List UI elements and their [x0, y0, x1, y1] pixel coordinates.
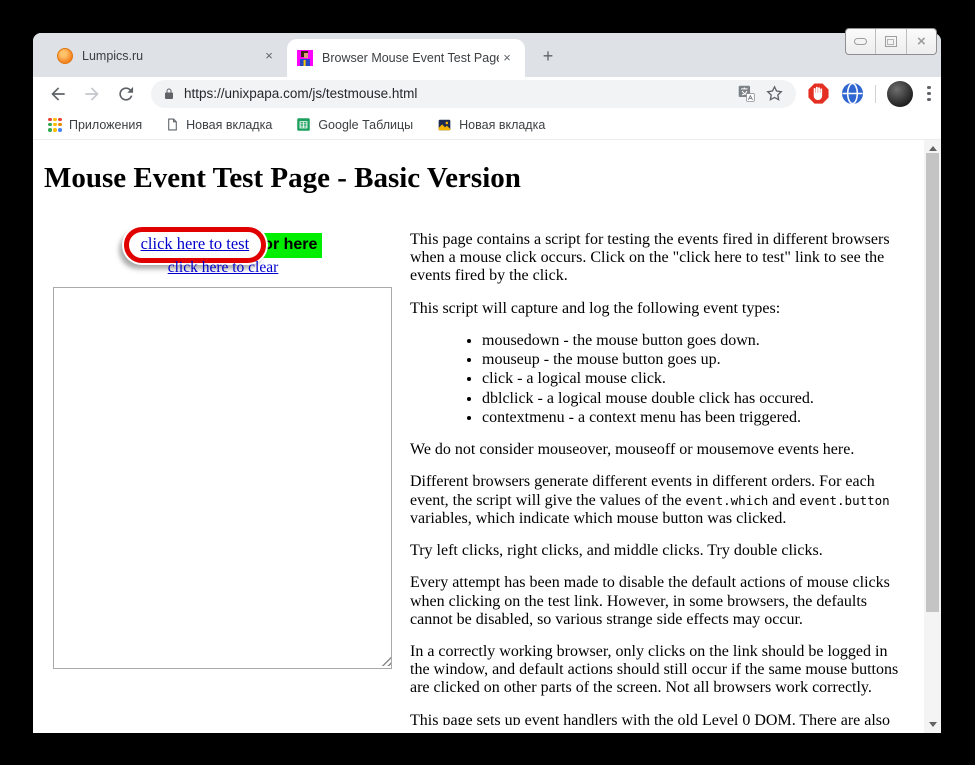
- bookmark-new-tab-1[interactable]: Новая вкладка: [166, 117, 272, 132]
- new-tab-button[interactable]: +: [535, 44, 561, 70]
- lock-icon: [163, 87, 175, 101]
- paragraph-consider: We do not consider mouseover, mouseoff o…: [410, 441, 910, 459]
- forward-icon[interactable]: [82, 84, 102, 104]
- adblock-extension-icon[interactable]: [807, 82, 830, 105]
- paragraph-intro: This page contains a script for testing …: [410, 231, 910, 286]
- bookmark-label: Новая вкладка: [459, 118, 545, 132]
- list-item: mousedown - the mouse button goes down.: [482, 332, 910, 350]
- scrollbar-down-icon[interactable]: [929, 722, 937, 727]
- list-item: dblclick - a logical mouse double click …: [482, 390, 910, 408]
- page-scrollbar[interactable]: [924, 140, 941, 733]
- list-item: contextmenu - a context menu has been tr…: [482, 409, 910, 427]
- bookmark-google-sheets[interactable]: Google Таблицы: [296, 117, 413, 132]
- tab-lumpics[interactable]: Lumpics.ru ×: [47, 41, 287, 71]
- image-icon: [437, 118, 452, 132]
- paragraph-every: Every attempt has been made to disable t…: [410, 574, 910, 629]
- description-column: This page contains a script for testing …: [410, 217, 910, 725]
- red-annotation-ring: click here to test: [124, 227, 267, 263]
- bookmark-apps[interactable]: Приложения: [48, 118, 142, 132]
- chrome-menu-icon[interactable]: [925, 84, 933, 104]
- list-item: click - a logical mouse click.: [482, 370, 910, 388]
- scrollbar-thumb[interactable]: [926, 153, 939, 612]
- back-icon[interactable]: [48, 84, 68, 104]
- textarea-resize-handle[interactable]: [380, 655, 391, 666]
- bookmark-label: Новая вкладка: [186, 118, 272, 132]
- paragraph-try: Try left clicks, right clicks, and middl…: [410, 542, 910, 560]
- page-title: Mouse Event Test Page - Basic Version: [44, 162, 521, 195]
- click-here-to-clear-link[interactable]: click here to clear: [168, 259, 279, 276]
- globe-extension-icon[interactable]: [841, 82, 864, 105]
- test-column: click here to test or here click here to…: [53, 226, 393, 669]
- bookmark-label: Google Таблицы: [318, 118, 413, 132]
- browser-toolbar: https://unixpapa.com/js/testmouse.html: [33, 77, 941, 110]
- event-types-list: mousedown - the mouse button goes down. …: [410, 332, 910, 427]
- close-icon: ×: [917, 34, 926, 49]
- code-event-button: event.button: [799, 493, 889, 508]
- close-button[interactable]: ×: [907, 29, 936, 54]
- bookmark-new-tab-2[interactable]: Новая вкладка: [437, 118, 545, 132]
- minimize-icon: [854, 38, 867, 45]
- toolbar-divider: [875, 85, 876, 103]
- list-item: mouseup - the mouse button goes up.: [482, 351, 910, 369]
- minimize-button[interactable]: [846, 29, 876, 54]
- clear-link-row: click here to clear: [53, 259, 393, 277]
- reload-icon[interactable]: [116, 84, 136, 104]
- tab-title: Browser Mouse Event Test Page: [322, 51, 499, 65]
- unixpapa-favicon-icon: [297, 50, 313, 66]
- tab-mouse-event-test[interactable]: Browser Mouse Event Test Page ×: [287, 39, 525, 77]
- paragraph-correct: In a correctly working browser, only cli…: [410, 643, 910, 698]
- maximize-icon: [885, 36, 897, 47]
- translate-icon[interactable]: [738, 85, 755, 102]
- paragraph-different: Different browsers generate different ev…: [410, 473, 910, 528]
- apps-grid-icon: [48, 118, 62, 132]
- event-log-wrapper: [53, 287, 393, 669]
- tab-title: Lumpics.ru: [82, 49, 261, 63]
- tab-strip: Lumpics.ru × Browser Mouse Event Test Pa…: [33, 33, 941, 77]
- bookmark-star-icon[interactable]: [765, 84, 784, 103]
- tab-close-icon[interactable]: ×: [499, 50, 515, 66]
- clipped-paragraph-wrap: This page sets up event handlers with th…: [410, 712, 910, 725]
- event-log-textarea[interactable]: [53, 287, 392, 669]
- page-viewport: Mouse Event Test Page - Basic Version cl…: [33, 140, 941, 733]
- browser-window: Lumpics.ru × Browser Mouse Event Test Pa…: [33, 33, 941, 733]
- address-bar[interactable]: https://unixpapa.com/js/testmouse.html: [151, 80, 796, 108]
- profile-avatar[interactable]: [887, 81, 913, 107]
- url-text[interactable]: https://unixpapa.com/js/testmouse.html: [184, 86, 728, 101]
- sheets-icon: [296, 117, 311, 132]
- page-icon: [166, 117, 179, 132]
- bookmark-label: Приложения: [69, 118, 142, 132]
- lumpics-favicon-icon: [57, 48, 73, 64]
- window-controls: ×: [845, 28, 937, 55]
- bookmarks-bar: Приложения Новая вкладка Google Таблицы: [33, 110, 941, 140]
- click-here-to-test-link[interactable]: click here to test: [141, 234, 250, 253]
- code-event-which: event.which: [685, 493, 768, 508]
- tab-close-icon[interactable]: ×: [261, 48, 277, 64]
- paragraph-capture: This script will capture and log the fol…: [410, 300, 910, 318]
- maximize-button[interactable]: [876, 29, 906, 54]
- scrollbar-up-icon[interactable]: [929, 146, 937, 151]
- paragraph-partial: This page sets up event handlers with th…: [410, 712, 910, 725]
- or-here-link[interactable]: or here: [256, 233, 322, 258]
